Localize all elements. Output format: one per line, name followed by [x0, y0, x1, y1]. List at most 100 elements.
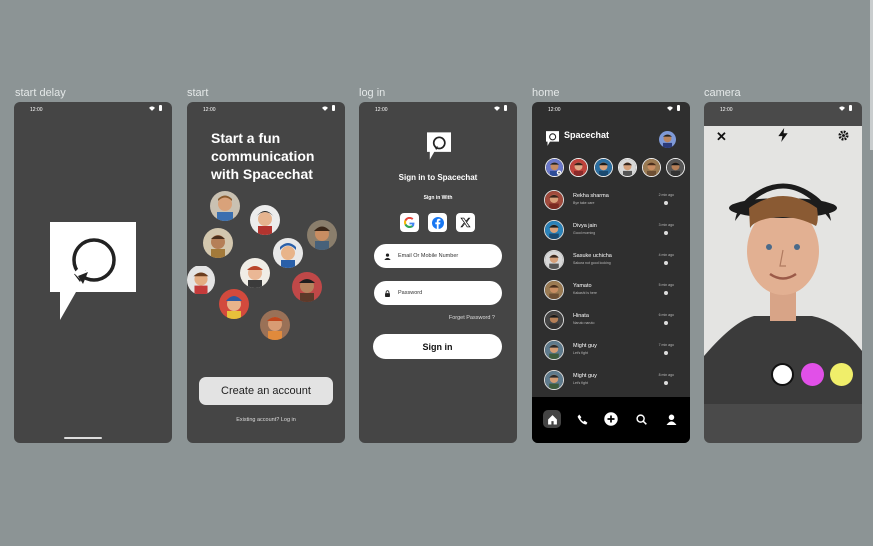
battery-icon: [677, 105, 680, 111]
forgot-password-link[interactable]: Forget Password ?: [449, 315, 495, 321]
wifi-icon: [149, 105, 155, 111]
chat-message: Good morning: [573, 231, 596, 235]
status-bar: 12:00: [532, 102, 690, 116]
frame-label-home: home: [532, 87, 560, 99]
avatar: [187, 265, 215, 295]
profile-icon[interactable]: [662, 410, 680, 428]
unread-badge: [664, 201, 668, 205]
spacechat-logo-icon: [50, 222, 136, 320]
signin-title: Sign in to Spacechat: [398, 173, 478, 182]
chat-name: Hinata: [573, 313, 589, 319]
filter-white[interactable]: [771, 363, 794, 386]
unread-badge: [664, 291, 668, 295]
chat-time: 4 min ago: [658, 253, 674, 257]
unread-badge: [664, 351, 668, 355]
avatar: [307, 220, 337, 250]
wifi-icon: [839, 105, 845, 111]
chat-name: Yamato: [573, 283, 592, 289]
screen-camera: 12:00 ✕: [704, 102, 862, 443]
close-icon[interactable]: ✕: [716, 129, 727, 145]
battery-icon: [332, 105, 335, 111]
spacechat-logo-icon: [427, 132, 451, 160]
unread-badge: [664, 231, 668, 235]
story-avatar[interactable]: [545, 158, 564, 177]
avatar: [544, 310, 564, 330]
chat-list-item[interactable]: Might guy Let's fight 7 min ago: [544, 339, 684, 361]
profile-avatar[interactable]: [659, 131, 676, 148]
frame-label-login: log in: [359, 87, 386, 99]
email-field[interactable]: Email Or Mobile Number: [374, 244, 502, 268]
chat-list-item[interactable]: Divya jain Good morning 3 min ago: [544, 219, 684, 241]
unread-badge: [664, 321, 668, 325]
chat-message: Bye take care: [573, 201, 595, 205]
chat-time: 2 min ago: [658, 193, 674, 197]
phone-icon[interactable]: [573, 410, 591, 428]
story-avatar[interactable]: [594, 158, 613, 177]
avatar: [273, 238, 303, 268]
facebook-icon[interactable]: [428, 213, 447, 232]
google-icon[interactable]: [400, 213, 419, 232]
screen-start: 12:00 Start a fun communication with Spa…: [187, 102, 345, 443]
chat-time: 8 min ago: [658, 373, 674, 377]
avatar: [292, 272, 322, 302]
chat-list-item[interactable]: Sasuke uchicha Sakura not good looking 4…: [544, 249, 684, 271]
chat-name: Might guy: [573, 343, 597, 349]
chat-name: Rekha sharma: [573, 193, 609, 199]
search-icon[interactable]: [632, 410, 650, 428]
home-indicator: [64, 437, 102, 439]
avatar: [544, 370, 564, 390]
create-account-button[interactable]: Create an account: [199, 377, 333, 405]
story-avatar[interactable]: [569, 158, 588, 177]
signin-with-label: Sign in With: [423, 195, 453, 201]
story-avatar[interactable]: [618, 158, 637, 177]
battery-icon: [504, 105, 507, 111]
start-headline: Start a fun communication with Spacechat: [211, 130, 315, 182]
lock-icon: [385, 289, 390, 297]
existing-account-link[interactable]: Existing account? Log in: [187, 417, 345, 423]
bottom-tab-bar: [532, 397, 690, 443]
gear-icon[interactable]: [838, 130, 849, 141]
avatar: [240, 258, 270, 288]
avatar: [250, 205, 280, 235]
filter-pink[interactable]: [801, 363, 824, 386]
screen-login: 12:00 Sign in to Spacechat Sign in With …: [359, 102, 517, 443]
story-avatar[interactable]: [642, 158, 661, 177]
chat-list-item[interactable]: Hinata Naruto naruto 6 min ago: [544, 309, 684, 331]
screen-start-delay: 12:00: [14, 102, 172, 443]
chat-message: Sakura not good looking: [573, 261, 611, 265]
password-placeholder: Password: [398, 290, 423, 296]
status-bar: 12:00: [14, 102, 172, 116]
status-bar: 12:00: [187, 102, 345, 116]
wifi-icon: [494, 105, 500, 111]
avatar: [210, 191, 240, 221]
add-icon[interactable]: [602, 410, 620, 428]
chat-list-item[interactable]: Yamato Kakashi is here 5 min ago: [544, 279, 684, 301]
email-placeholder: Email Or Mobile Number: [398, 253, 459, 259]
chat-name: Divya jain: [573, 223, 597, 229]
x-icon[interactable]: [456, 213, 475, 232]
chat-message: Naruto naruto: [573, 321, 595, 325]
filter-yellow[interactable]: [830, 363, 853, 386]
flash-icon[interactable]: [777, 128, 789, 142]
password-field[interactable]: Password: [374, 281, 502, 305]
avatar: [544, 250, 564, 270]
chat-list-item[interactable]: Might guy Let's fight 8 min ago: [544, 369, 684, 391]
wifi-icon: [667, 105, 673, 111]
home-icon[interactable]: [543, 410, 561, 428]
chat-time: 7 min ago: [658, 343, 674, 347]
home-title: Spacechat: [564, 130, 610, 140]
spacechat-logo-icon: [546, 131, 559, 146]
frame-label-camera: camera: [704, 87, 741, 99]
avatar: [219, 289, 249, 319]
avatar: [260, 310, 290, 340]
story-avatar[interactable]: [666, 158, 685, 177]
chat-time: 6 min ago: [658, 313, 674, 317]
avatar: [544, 190, 564, 210]
screen-home: 12:00 Spacechat Rekha sharma Bye take ca…: [532, 102, 690, 443]
unread-badge: [664, 381, 668, 385]
chat-list-item[interactable]: Rekha sharma Bye take care 2 min ago: [544, 189, 684, 211]
signin-button[interactable]: Sign in: [373, 334, 502, 359]
wifi-icon: [322, 105, 328, 111]
battery-icon: [159, 105, 162, 111]
battery-icon: [849, 105, 852, 111]
